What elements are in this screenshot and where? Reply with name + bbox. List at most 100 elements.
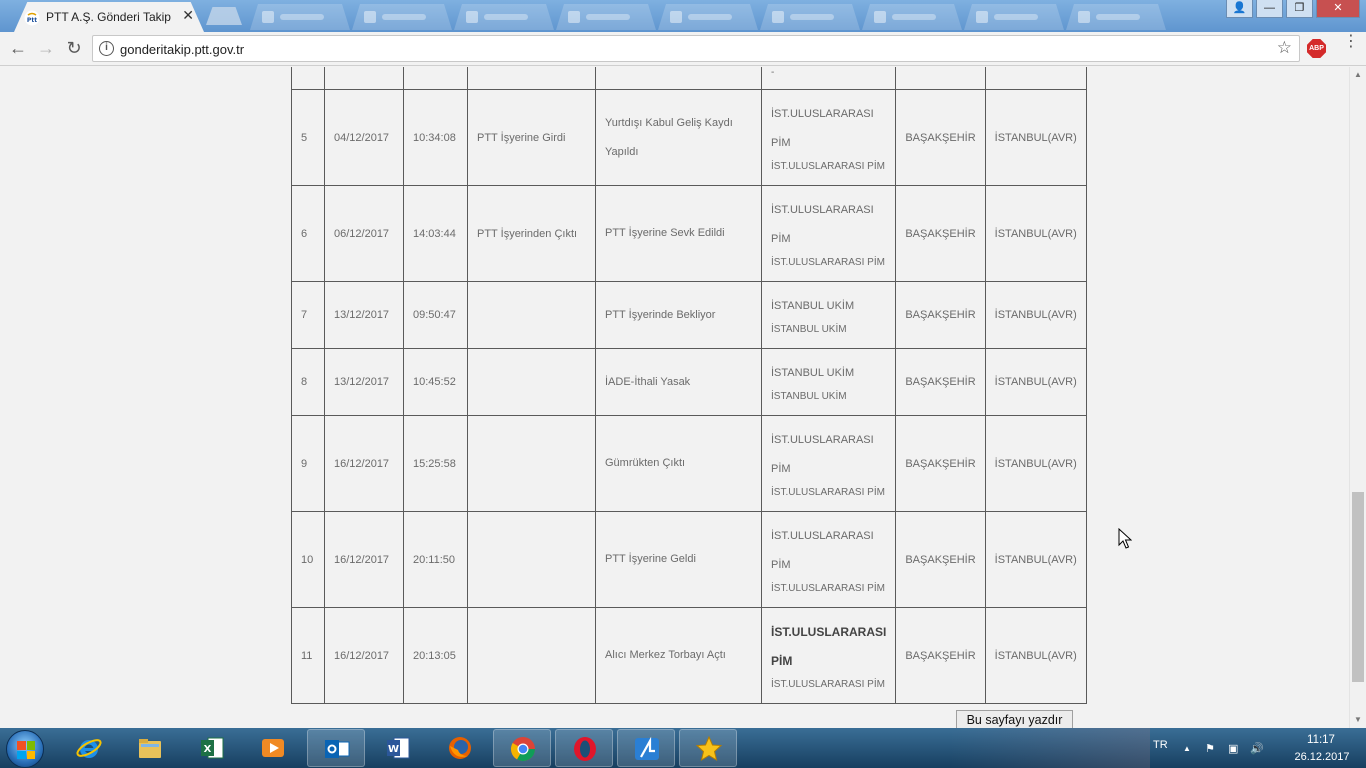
office-name: İST.ULUSLARARASI PİM	[771, 203, 874, 245]
scrollbar-thumb[interactable]	[1352, 492, 1364, 682]
taskbar-outlook[interactable]	[307, 729, 365, 767]
taskbar-media-player[interactable]	[244, 729, 302, 767]
windows-logo-icon	[17, 741, 35, 759]
excel-icon: X	[201, 737, 224, 759]
show-hidden-icons-icon[interactable]: ▲	[1183, 744, 1191, 753]
network-icon[interactable]: ▣	[1228, 742, 1238, 755]
office-name: İST.ULUSLARARASI PİM	[771, 433, 874, 475]
url-text[interactable]: gonderitakip.ptt.gov.tr	[120, 42, 244, 57]
city-cell: İSTANBUL(AVR)	[984, 89, 1087, 186]
site-info-icon[interactable]: i	[99, 41, 114, 56]
time-cell: 10:45:52	[403, 348, 468, 416]
row-number-cell: 5	[291, 89, 325, 186]
office-name: İST.ULUSLARARASI PİM	[771, 107, 874, 149]
office-subname: İST.ULUSLARARASI PİM	[771, 678, 885, 690]
windows-taskbar: X W TR ▲ ⚑ ▣ 🔊 11:17 26.12.2017	[0, 728, 1366, 768]
event-cell	[467, 511, 596, 608]
start-button[interactable]	[6, 730, 44, 768]
row-number-cell: 8	[291, 348, 325, 416]
taskbar-chrome[interactable]	[493, 729, 551, 767]
back-button[interactable]: ←	[6, 37, 30, 61]
word-icon: W	[387, 737, 410, 759]
maximize-button[interactable]: ❐	[1286, 0, 1313, 18]
background-tab[interactable]	[658, 4, 758, 30]
tab-close-icon[interactable]: ✕	[182, 7, 194, 24]
unit-cell: BAŞAKŞEHİR	[895, 89, 986, 186]
scroll-up-icon[interactable]: ▲	[1354, 70, 1362, 79]
table-row-partial: -	[291, 67, 1087, 90]
background-tab[interactable]	[556, 4, 656, 30]
page-content: - 5 04/12/2017 10:34:08 PTT İşyerine Girdi Y…	[0, 67, 1366, 728]
volume-icon[interactable]: 🔊	[1250, 742, 1264, 755]
language-indicator[interactable]: TR	[1153, 739, 1168, 751]
scroll-down-icon[interactable]: ▼	[1354, 715, 1362, 724]
tab-title: PTT A.Ş. Gönderi Takip	[46, 10, 171, 24]
city-cell: İSTANBUL(AVR)	[984, 607, 1087, 704]
background-tab[interactable]	[964, 4, 1064, 30]
description-cell: PTT İşyerine Sevk Edildi	[595, 185, 762, 282]
minimize-button[interactable]: —	[1256, 0, 1283, 18]
date-cell: 06/12/2017	[324, 185, 404, 282]
description-cell: İADE-İthali Yasak	[595, 348, 762, 416]
new-tab-button[interactable]	[206, 7, 242, 25]
browser-menu-icon[interactable]: ⋮	[1343, 34, 1359, 50]
taskbar-app-blue[interactable]	[617, 729, 675, 767]
office-subname: İST.ULUSLARARASI PİM	[771, 256, 885, 268]
internet-explorer-icon	[76, 739, 102, 758]
date-cell: 16/12/2017	[324, 511, 404, 608]
table-row: 10 16/12/2017 20:11:50 PTT İşyerine Geldi İS…	[291, 511, 1087, 608]
system-tray: TR ▲ ⚑ ▣ 🔊 11:17 26.12.2017	[1150, 728, 1366, 768]
unit-cell: BAŞAKŞEHİR	[895, 415, 986, 512]
background-tab[interactable]	[862, 4, 962, 30]
taskbar-internet-explorer[interactable]	[60, 729, 118, 767]
outlook-icon	[325, 740, 350, 758]
tab-ptt-gonderi-takip[interactable]: Ptt PTT A.Ş. Gönderi Takip ✕	[14, 2, 204, 32]
shipment-tracking-table: - 5 04/12/2017 10:34:08 PTT İşyerine Girdi Y…	[291, 67, 1087, 704]
taskbar-word[interactable]: W	[369, 729, 427, 767]
background-tab[interactable]	[352, 4, 452, 30]
action-center-flag-icon[interactable]: ⚑	[1205, 742, 1215, 755]
office-cell: -	[760, 67, 897, 90]
background-tab[interactable]	[250, 4, 350, 30]
taskbar-firefox[interactable]	[431, 729, 489, 767]
office-cell: İST.ULUSLARARASI PİM İST.ULUSLARARASI PİM	[760, 607, 897, 704]
firefox-icon	[449, 737, 471, 759]
adblock-plus-icon[interactable]: ABP	[1307, 39, 1326, 58]
clock-date[interactable]: 26.12.2017	[1286, 751, 1358, 763]
taskbar-file-explorer[interactable]	[121, 729, 179, 767]
unit-cell: BAŞAKŞEHİR	[895, 511, 986, 608]
background-tab[interactable]	[454, 4, 554, 30]
date-cell: 16/12/2017	[324, 607, 404, 704]
unit-cell: BAŞAKŞEHİR	[895, 185, 986, 282]
office-cell: İST.ULUSLARARASI PİM İST.ULUSLARARASI PİM	[760, 415, 897, 512]
folder-icon	[139, 739, 161, 758]
event-cell: PTT İşyerinden Çıktı	[467, 185, 596, 282]
close-window-button[interactable]: ✕	[1316, 0, 1360, 18]
reload-button[interactable]: ↻	[62, 37, 86, 61]
taskbar-excel[interactable]: X	[183, 729, 241, 767]
unit-cell: BAŞAKŞEHİR	[895, 607, 986, 704]
event-cell: PTT İşyerine Girdi	[467, 89, 596, 186]
row-number-cell: 7	[291, 281, 325, 349]
background-tab[interactable]	[760, 4, 860, 30]
time-cell: 10:34:08	[403, 89, 468, 186]
row-number-cell: 10	[291, 511, 325, 608]
table-row: 11 16/12/2017 20:13:05 Alıcı Merkez Torbayı…	[291, 607, 1087, 704]
table-row: 6 06/12/2017 14:03:44 PTT İşyerinden Çıktı P…	[291, 185, 1087, 282]
office-subname: İSTANBUL UKİM	[771, 323, 847, 335]
office-name: İST.ULUSLARARASI PİM	[771, 529, 874, 571]
forward-button[interactable]: →	[34, 37, 58, 61]
row-number-cell: 11	[291, 607, 325, 704]
vertical-scrollbar[interactable]: ▲ ▼	[1349, 67, 1366, 728]
print-page-button[interactable]: Bu sayfayı yazdır	[956, 710, 1073, 728]
office-name: İST.ULUSLARARASI PİM	[771, 624, 887, 668]
bookmark-star-icon[interactable]: ☆	[1277, 38, 1292, 58]
city-cell: İSTANBUL(AVR)	[984, 348, 1087, 416]
taskbar-opera[interactable]	[555, 729, 613, 767]
taskbar-app-star[interactable]	[679, 729, 737, 767]
user-profile-icon[interactable]: 👤	[1226, 0, 1253, 18]
description-cell: Gümrükten Çıktı	[595, 415, 762, 512]
address-bar[interactable]: i gonderitakip.ptt.gov.tr ☆	[92, 35, 1300, 62]
clock-time[interactable]: 11:17	[1296, 734, 1346, 746]
background-tab[interactable]	[1066, 4, 1166, 30]
